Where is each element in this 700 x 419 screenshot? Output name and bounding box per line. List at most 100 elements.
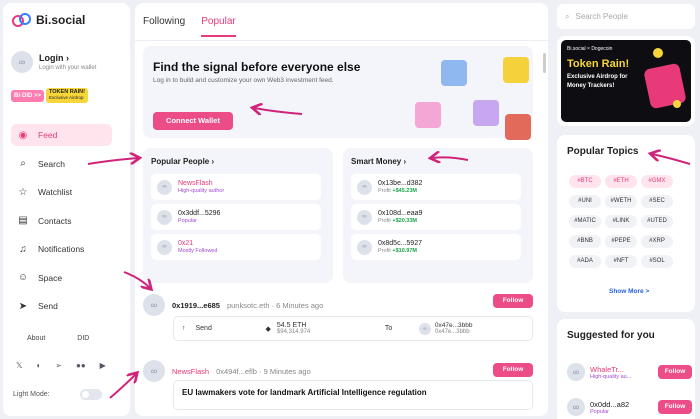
light-mode-label: Light Mode: [13,391,50,398]
popular-people-title[interactable]: Popular People › [151,157,325,166]
star-icon: ☆ [18,186,28,198]
profit-label: Profit [378,218,391,224]
tab-following[interactable]: Following [143,16,185,37]
list-item[interactable]: ∞ 0x108d...eaa9 Profit +$20.33M [351,204,521,230]
search-icon: ⌕ [565,11,570,21]
list-item[interactable]: ∞ 0x13be...d382 Profit +$45.23M [351,174,521,200]
sidebar: Bi.social ∞ Login › Login with your wall… [3,3,130,416]
list-item[interactable]: ∞ NewsFlash High-quality author [151,174,321,200]
topic-chip[interactable]: #GMX [641,175,673,188]
nav-label: Feed [38,130,58,140]
avatar: ∞ [567,363,585,381]
login-subtitle: Login with your wallet [39,65,97,71]
suggested-panel: Suggested for you ∞ WhaleTr... High-qual… [557,319,695,419]
tx-action: Send [195,325,212,332]
list-item[interactable]: ∞ WhaleTr... High-quality au... Follow [567,363,692,381]
discord-icon[interactable]: ◐ [36,361,41,370]
avatar: ∞ [11,51,33,73]
youtube-icon[interactable]: ▶ [100,361,106,370]
brand-logo[interactable]: Bi.social [12,13,85,27]
telegram-icon[interactable]: ➢ [55,361,62,370]
hero-description: Log in to build and customize your own W… [153,77,334,84]
follow-button[interactable]: Follow [493,363,533,377]
ad-banner[interactable]: Bi.social × Dogecoin Token Rain! Exclusi… [557,36,695,126]
suggested-name: 0x0dd...a82 [590,399,630,409]
topic-chip[interactable]: #SEC [641,195,673,208]
light-mode-toggle[interactable] [79,389,102,400]
tx-usd: $94,314.974 [276,329,311,335]
sender-address[interactable]: 0x1919...e685 [172,301,220,310]
news-post[interactable]: EU lawmakers vote for landmark Artificia… [173,380,533,410]
transaction-box[interactable]: ↑ Send ◆ 54.5 ETH $94,314.974 To ∞ 0x47e.… [173,316,533,341]
topic-chip[interactable]: #SOL [641,255,673,268]
topic-chip[interactable]: #BTC [569,175,601,188]
person-name: 0x21 [178,240,194,247]
contacts-icon: ▤ [18,215,28,226]
nav-item-space[interactable]: ☺ Space [11,267,112,289]
main-feed: Following Popular Find the signal before… [135,3,548,416]
person-name: 0x3ddf...5296 [178,210,221,217]
search-input[interactable]: ⌕ Search People [557,4,695,29]
nft-image [415,102,441,128]
scrollbar[interactable] [543,53,546,73]
nav-label: Space [38,272,63,283]
topic-chip[interactable]: #LINK [605,215,637,228]
profit-value: +$45.23M [392,188,417,194]
topic-chip[interactable]: #XRP [641,235,673,248]
nav-item-watchlist[interactable]: ☆ Watchlist [11,181,112,203]
list-item[interactable]: ∞ 0x21 Mostly Followed [151,234,321,260]
promo-banner[interactable]: Bi·DID >> TOKEN RAIN! Exclusive Airdrop [11,87,113,104]
avatar[interactable]: ∞ [143,294,165,316]
topic-chip[interactable]: #ADA [569,255,601,268]
nav-item-send[interactable]: ➤ Send [11,295,112,317]
suggested-tag: High-quality au... [590,373,632,380]
twitter-icon[interactable]: 𝕏 [16,361,22,370]
list-item[interactable]: ∞ 0x8d5c...5927 Profit +$10.97M [351,234,521,260]
login-button[interactable]: ∞ Login › Login with your wallet [11,51,96,73]
about-link[interactable]: About [27,335,45,342]
tx-to-address: 0x47e...3bbb [434,322,473,329]
list-item[interactable]: ∞ 0x3ddf...5296 Popular [151,204,321,230]
author-name[interactable]: NewsFlash [172,367,209,376]
popular-people-card: Popular People › ∞ NewsFlash High-qualit… [143,148,333,283]
coin-graphic [653,48,663,58]
suggested-name: WhaleTr... [590,364,624,374]
follow-button[interactable]: Follow [658,365,692,379]
logo-icon [12,13,31,27]
topic-chip[interactable]: #UNI [569,195,601,208]
tab-popular[interactable]: Popular [201,16,236,37]
medium-icon[interactable]: ●● [76,361,86,370]
nav-item-feed[interactable]: ◉ Feed [11,124,112,146]
token-rain-sub: Exclusive Airdrop [49,94,84,100]
connect-wallet-button[interactable]: Connect Wallet [153,112,233,130]
topic-chip[interactable]: #WETH [605,195,637,208]
nav-item-contacts[interactable]: ▤ Contacts [11,210,112,232]
tx-to-address-sub: 0x47e...3bbb [434,329,470,335]
feed-item-transfer: ∞ 0x1919...e685 punksotc.eth · 6 Minutes… [143,294,533,410]
user-icon: ☺ [17,272,29,283]
avatar: ∞ [357,239,372,255]
topic-chip[interactable]: #UTED [641,215,673,228]
follow-button[interactable]: Follow [658,400,692,414]
feed-tabs: Following Popular [143,16,236,37]
nav-item-search[interactable]: ⌕ Search [11,153,112,175]
smart-money-title[interactable]: Smart Money › [351,157,525,166]
topic-chip[interactable]: #NFT [605,255,637,268]
popular-topics-panel: Popular Topics #BTC #ETH #GMX #UNI #WETH… [557,135,695,312]
topic-chip[interactable]: #MATIC [569,215,601,228]
did-link[interactable]: DID [77,335,89,342]
nav-item-notifications[interactable]: ♫ Notifications [11,238,112,260]
ad-title: Token Rain! [567,58,630,70]
avatar[interactable]: ∞ [143,360,165,382]
person-name: NewsFlash [178,180,213,187]
nav-label: Watchlist [38,187,73,197]
topic-chip[interactable]: #ETH [605,175,637,188]
topic-chip[interactable]: #PEPE [605,235,637,248]
show-more-link[interactable]: Show More > [609,288,649,295]
list-item[interactable]: ∞ 0x0dd...a82 Popular Follow [567,398,692,416]
avatar: ∞ [357,179,372,195]
feed-item-meta: punksotc.eth · 6 Minutes ago [226,300,324,310]
follow-button[interactable]: Follow [493,294,533,308]
topic-chip[interactable]: #BNB [569,235,601,248]
popular-topics-title: Popular Topics [567,146,639,157]
